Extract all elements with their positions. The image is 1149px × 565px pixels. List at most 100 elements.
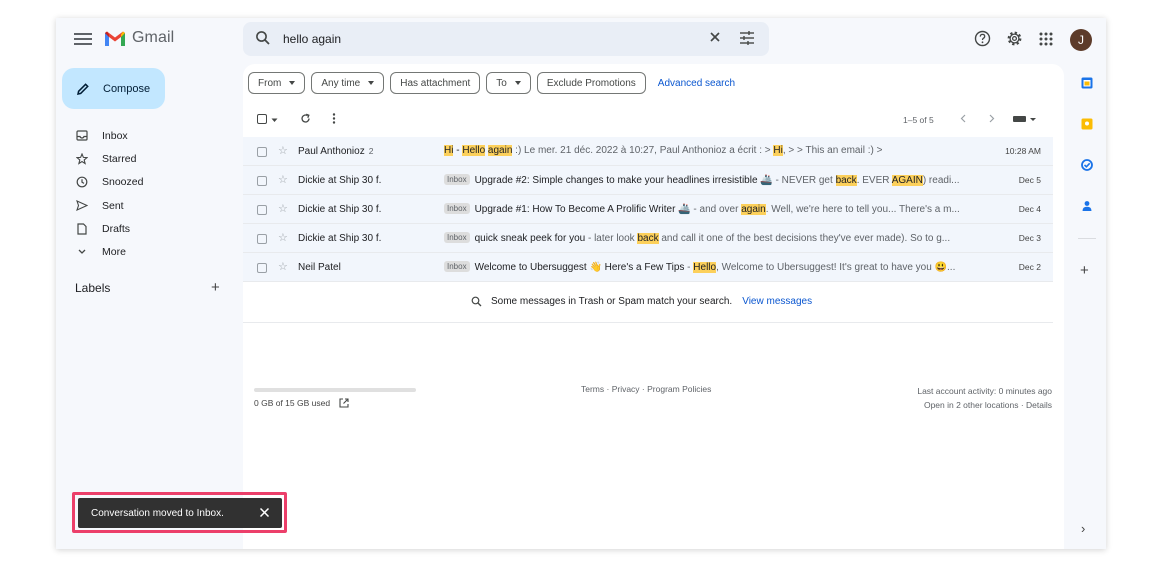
email-date: Dec 2 (1018, 262, 1041, 272)
labels-heading: Labels (75, 281, 111, 295)
main-panel: From Any time Has attachment To Exclude … (243, 64, 1064, 549)
pagination-label: 1–5 of 5 (903, 115, 934, 125)
calendar-icon[interactable] (1081, 77, 1093, 89)
star-icon[interactable]: ☆ (278, 173, 288, 186)
email-text: Upgrade #1: How To Become A Prolific Wri… (474, 204, 691, 215)
email-list: ☆ Paul Anthonioz 2 Hi - Hello again :) Le m… (243, 137, 1053, 282)
previous-page-icon[interactable] (960, 114, 966, 123)
email-date: Dec 4 (1018, 204, 1041, 214)
search-highlight: AGAIN (891, 175, 923, 186)
clear-search-icon[interactable] (708, 30, 722, 44)
show-side-panel-chevron-icon[interactable]: › (1081, 521, 1085, 536)
settings-icon[interactable] (1006, 30, 1023, 47)
apps-icon[interactable] (1039, 32, 1053, 46)
clock-icon (76, 176, 88, 188)
search-input[interactable] (283, 29, 683, 49)
input-tools-icon[interactable] (1013, 115, 1037, 123)
contacts-icon[interactable] (1081, 200, 1093, 212)
sender-name: Neil Patel (298, 262, 341, 273)
sidebar-item-snoozed[interactable]: Snoozed (56, 171, 236, 194)
spam-notice: Some messages in Trash or Spam match you… (471, 296, 812, 307)
keep-icon[interactable] (1081, 118, 1093, 130)
sender-name: Dickie at Ship 30 f. (298, 175, 381, 186)
row-checkbox[interactable] (257, 234, 267, 244)
advanced-search-link[interactable]: Advanced search (658, 78, 735, 89)
refresh-icon[interactable] (300, 113, 311, 124)
exclude-promotions-chip[interactable]: Exclude Promotions (536, 72, 646, 94)
table-row[interactable]: ☆ Dickie at Ship 30 f. Inbox Upgrade #1: Ho… (243, 195, 1053, 224)
row-checkbox[interactable] (257, 263, 267, 273)
from-filter-chip[interactable]: From (248, 72, 306, 94)
caret-down-icon (514, 81, 521, 85)
any-time-chip-label: Any time (321, 77, 361, 89)
row-checkbox[interactable] (257, 205, 267, 215)
inbox-icon (76, 130, 88, 141)
select-dropdown-icon[interactable] (271, 118, 278, 123)
sidebar-item-drafts[interactable]: Drafts (56, 217, 236, 240)
email-subject-snippet: Inbox Welcome to Ubersuggest 👋 Here's a F… (444, 261, 984, 273)
compose-button[interactable]: Compose (62, 68, 165, 109)
more-options-icon[interactable] (332, 113, 336, 124)
tasks-icon[interactable] (1081, 159, 1093, 171)
to-chip-label: To (496, 77, 507, 89)
email-text: - (684, 262, 694, 273)
view-messages-link[interactable]: View messages (742, 296, 812, 307)
inbox-label-tag[interactable]: Inbox (444, 261, 470, 272)
app-name: Gmail (132, 29, 175, 46)
star-icon[interactable]: ☆ (278, 202, 288, 215)
email-text: quick sneak peek for you (474, 233, 586, 244)
any-time-filter-chip[interactable]: Any time (311, 72, 385, 94)
row-checkbox[interactable] (257, 147, 267, 157)
storage-meter (254, 388, 416, 392)
email-subject-snippet: Inbox quick sneak peek for you - later lo… (444, 232, 984, 244)
email-text: - later look (585, 233, 638, 244)
search-chips: From Any time Has attachment To Exclude … (248, 72, 735, 94)
sidebar-item-label: Sent (102, 199, 124, 212)
add-label-button[interactable]: + (211, 279, 220, 296)
search-highlight: back (835, 175, 857, 186)
star-icon[interactable]: ☆ (278, 231, 288, 244)
gmail-window: Gmail hello again J Compose Inbox Starre… (56, 18, 1106, 549)
table-row[interactable]: ☆ Dickie at Ship 30 f. Inbox quick sneak pe… (243, 224, 1053, 253)
star-icon[interactable]: ☆ (278, 144, 288, 157)
table-row[interactable]: ☆ Paul Anthonioz 2 Hi - Hello again :) Le m… (243, 137, 1053, 166)
gmail-logo[interactable]: Gmail (104, 29, 174, 47)
storage-usage: 0 GB of 15 GB used (254, 398, 349, 408)
select-all-checkbox[interactable] (257, 114, 267, 124)
footer-links[interactable]: Terms · Privacy · Program Policies (581, 384, 711, 394)
search-options-icon[interactable] (739, 31, 755, 45)
sidebar-item-sent[interactable]: Sent (56, 194, 236, 217)
external-link-icon[interactable] (339, 398, 349, 408)
email-date: Dec 5 (1018, 175, 1041, 185)
to-filter-chip[interactable]: To (486, 72, 531, 94)
search-icon[interactable] (255, 30, 271, 46)
email-text: ) readi... (922, 175, 960, 186)
row-checkbox[interactable] (257, 176, 267, 186)
get-addons-button[interactable]: + (1080, 262, 1089, 279)
sidebar-item-starred[interactable]: Starred (56, 147, 236, 170)
table-row[interactable]: ☆ Neil Patel Inbox Welcome to Ubersuggest 👋… (243, 253, 1053, 282)
email-text: and call it one of the best decisions th… (658, 233, 951, 244)
inbox-label-tag[interactable]: Inbox (444, 232, 470, 243)
star-icon[interactable]: ☆ (278, 260, 288, 273)
inbox-label-tag[interactable]: Inbox (444, 203, 470, 214)
sidebar-item-label: Inbox (102, 129, 128, 142)
open-locations-details[interactable]: Open in 2 other locations · Details (917, 398, 1052, 412)
has-attachment-chip[interactable]: Has attachment (390, 72, 481, 94)
sidebar-nav: Inbox Starred Snoozed Sent Drafts More (56, 124, 236, 264)
email-text: , Welcome to Ubersuggest! It's great to … (716, 262, 956, 273)
email-text: , > > This an email :) > (782, 145, 883, 156)
inbox-label-tag[interactable]: Inbox (444, 174, 470, 185)
send-icon (76, 200, 88, 212)
help-icon[interactable] (974, 30, 991, 47)
menu-icon[interactable] (74, 30, 92, 48)
search-bar[interactable] (243, 22, 769, 56)
pencil-icon (77, 82, 89, 95)
close-icon[interactable] (259, 507, 270, 518)
next-page-icon[interactable] (989, 114, 995, 123)
table-row[interactable]: ☆ Dickie at Ship 30 f. Inbox Upgrade #2: Si… (243, 166, 1053, 195)
sidebar-item-more[interactable]: More (56, 240, 236, 263)
account-avatar[interactable]: J (1070, 29, 1092, 51)
compose-label: Compose (103, 82, 151, 95)
sidebar-item-inbox[interactable]: Inbox (56, 124, 236, 147)
